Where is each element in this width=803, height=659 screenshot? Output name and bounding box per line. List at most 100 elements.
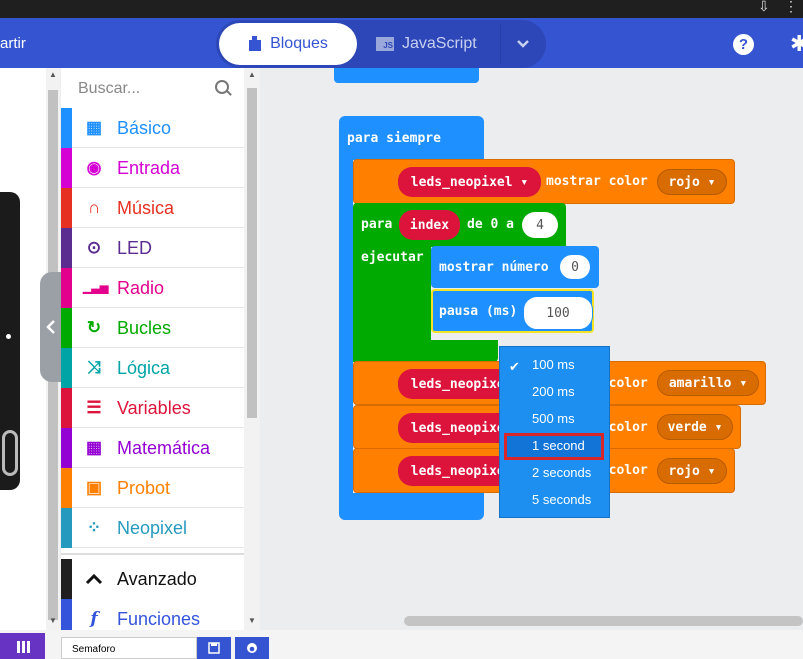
download-button[interactable] [0,633,45,659]
toolbox-separator [61,553,244,555]
color-dropdown[interactable]: rojo ▾ [657,169,727,195]
for-to-input[interactable]: 4 [522,212,558,238]
pause-input[interactable]: 100 [524,297,592,329]
scroll-down-icon[interactable]: ▼ [49,616,57,625]
chevron-down-icon[interactable] [508,20,538,68]
category-matemática[interactable]: ▦ Matemática [61,428,244,468]
chevron-up-icon [83,569,105,589]
loop-arrow-icon: ↻ [86,318,102,337]
collapse-simulator-button[interactable] [40,272,62,382]
for-label: para [361,217,393,232]
category-label: Entrada [117,158,181,178]
menu-icon[interactable]: ⋮ [784,0,798,15]
caret-down-icon: ▾ [739,375,748,391]
forever-block[interactable]: para siempre [339,116,484,160]
category-label: Radio [117,278,165,298]
puzzle-icon [249,36,262,51]
category-label: Avanzado [117,569,197,589]
header-bar: artir Bloques JS JavaScript ? ✱ [0,18,803,68]
color-dropdown[interactable]: amarillo ▾ [657,370,759,396]
category-color-bar [61,428,72,468]
color-dropdown[interactable]: rojo ▾ [657,458,727,484]
category-color-bar [61,108,72,148]
category-bucles[interactable]: ↻ Bucles [61,308,244,348]
dropdown-option[interactable]: 200 ms [532,384,575,399]
dropdown-option[interactable]: 500 ms [532,411,575,426]
led-dot [6,334,11,339]
category-entrada[interactable]: ◉ Entrada [61,148,244,188]
download-icon[interactable]: ⇩ [758,0,770,15]
function-icon: f [90,609,98,629]
signal-bars-icon: ▁▃▅ [83,282,109,294]
pin-ring[interactable] [2,430,18,476]
scroll-down-icon[interactable]: ▼ [248,616,256,625]
save-icon [208,642,220,654]
forever-footer [339,493,484,520]
pause-block[interactable]: pausa (ms) 100 [431,289,594,333]
index-variable[interactable]: index [399,210,460,240]
category-label: Bucles [117,318,172,338]
chip-icon: ▣ [85,478,103,497]
category-color-bar [61,468,72,508]
partial-block[interactable] [334,68,479,83]
dropdown-option[interactable]: 2 seconds [532,465,591,480]
category-color-bar [61,559,72,599]
gear-icon[interactable]: ✱ [790,31,803,57]
dropdown-option[interactable]: 100 ms [532,357,575,372]
grid-icon: ▦ [85,118,103,137]
caret-down-icon: ▾ [707,174,716,190]
dropdown-option-highlighted[interactable]: 1 second [532,438,585,453]
category-label: LED [117,238,153,258]
scroll-up-icon[interactable]: ▲ [248,70,256,79]
from-label: de 0 a [467,217,514,232]
category-básico[interactable]: ▦ Básico [61,108,244,148]
scroll-up-icon[interactable]: ▲ [49,70,57,79]
category-label: Lógica [117,358,171,378]
toolbox-scrollbar[interactable]: ▲ ▼ [244,68,260,630]
search-icon[interactable] [215,80,229,94]
github-button[interactable] [235,637,269,659]
category-variables[interactable]: ☰ Variables [61,388,244,428]
category-label: Música [117,198,175,218]
js-icon: JS [376,37,394,51]
show-number-block[interactable]: mostrar número 0 [431,246,599,288]
workspace-horizontal-scrollbar[interactable] [404,616,803,626]
category-color-bar [61,508,72,548]
category-música[interactable]: ∩ Música [61,188,244,228]
caret-down-icon: ▾ [707,463,716,479]
neopixel-variable[interactable]: leds_neopixel ▾ [398,167,541,197]
tab-blocks[interactable]: Bloques [219,23,357,65]
color-dropdown[interactable]: verde ▾ [657,414,733,440]
forever-arm [339,160,353,505]
category-neopixel[interactable]: ⁘ Neopixel [61,508,244,548]
pause-dropdown-menu: ✔ 100 ms 200 ms 500 ms 1 second 2 second… [499,346,610,518]
show-color-block[interactable]: leds_neopixel ▾ mostrar color rojo ▾ [353,159,735,204]
dropdown-option[interactable]: 5 seconds [532,492,591,507]
caret-down-icon: ▾ [520,174,529,190]
do-label: ejecutar [361,250,424,265]
tab-javascript[interactable]: JS JavaScript [376,20,477,68]
scroll-thumb[interactable] [247,88,257,418]
search-input[interactable]: Buscar... [78,80,140,98]
save-button[interactable] [197,637,231,659]
microbit-device[interactable] [0,192,20,490]
category-label: Probot [117,478,171,498]
category-lógica[interactable]: ⤨ Lógica [61,348,244,388]
category-probot[interactable]: ▣ Probot [61,468,244,508]
category-radio[interactable]: ▁▃▅ Radio [61,268,244,308]
category-label: Funciones [117,609,201,629]
for-loop-block[interactable]: para index de 0 a 4 [353,203,566,247]
show-number-input[interactable]: 0 [560,255,590,279]
category-color-bar [61,348,72,388]
help-icon[interactable]: ? [733,34,754,55]
caret-down-icon: ▾ [714,419,723,435]
category-label: Básico [117,118,172,138]
search-box[interactable]: Buscar... [61,68,244,108]
category-color-bar [61,188,72,228]
project-name-input[interactable]: Semaforo [61,637,197,659]
category-advanced[interactable]: Avanzado [61,559,244,599]
category-led[interactable]: ⊙ LED [61,228,244,268]
share-button[interactable]: artir [0,35,26,52]
show-color-label: mostrar color [546,174,648,189]
category-label: Variables [117,398,191,418]
